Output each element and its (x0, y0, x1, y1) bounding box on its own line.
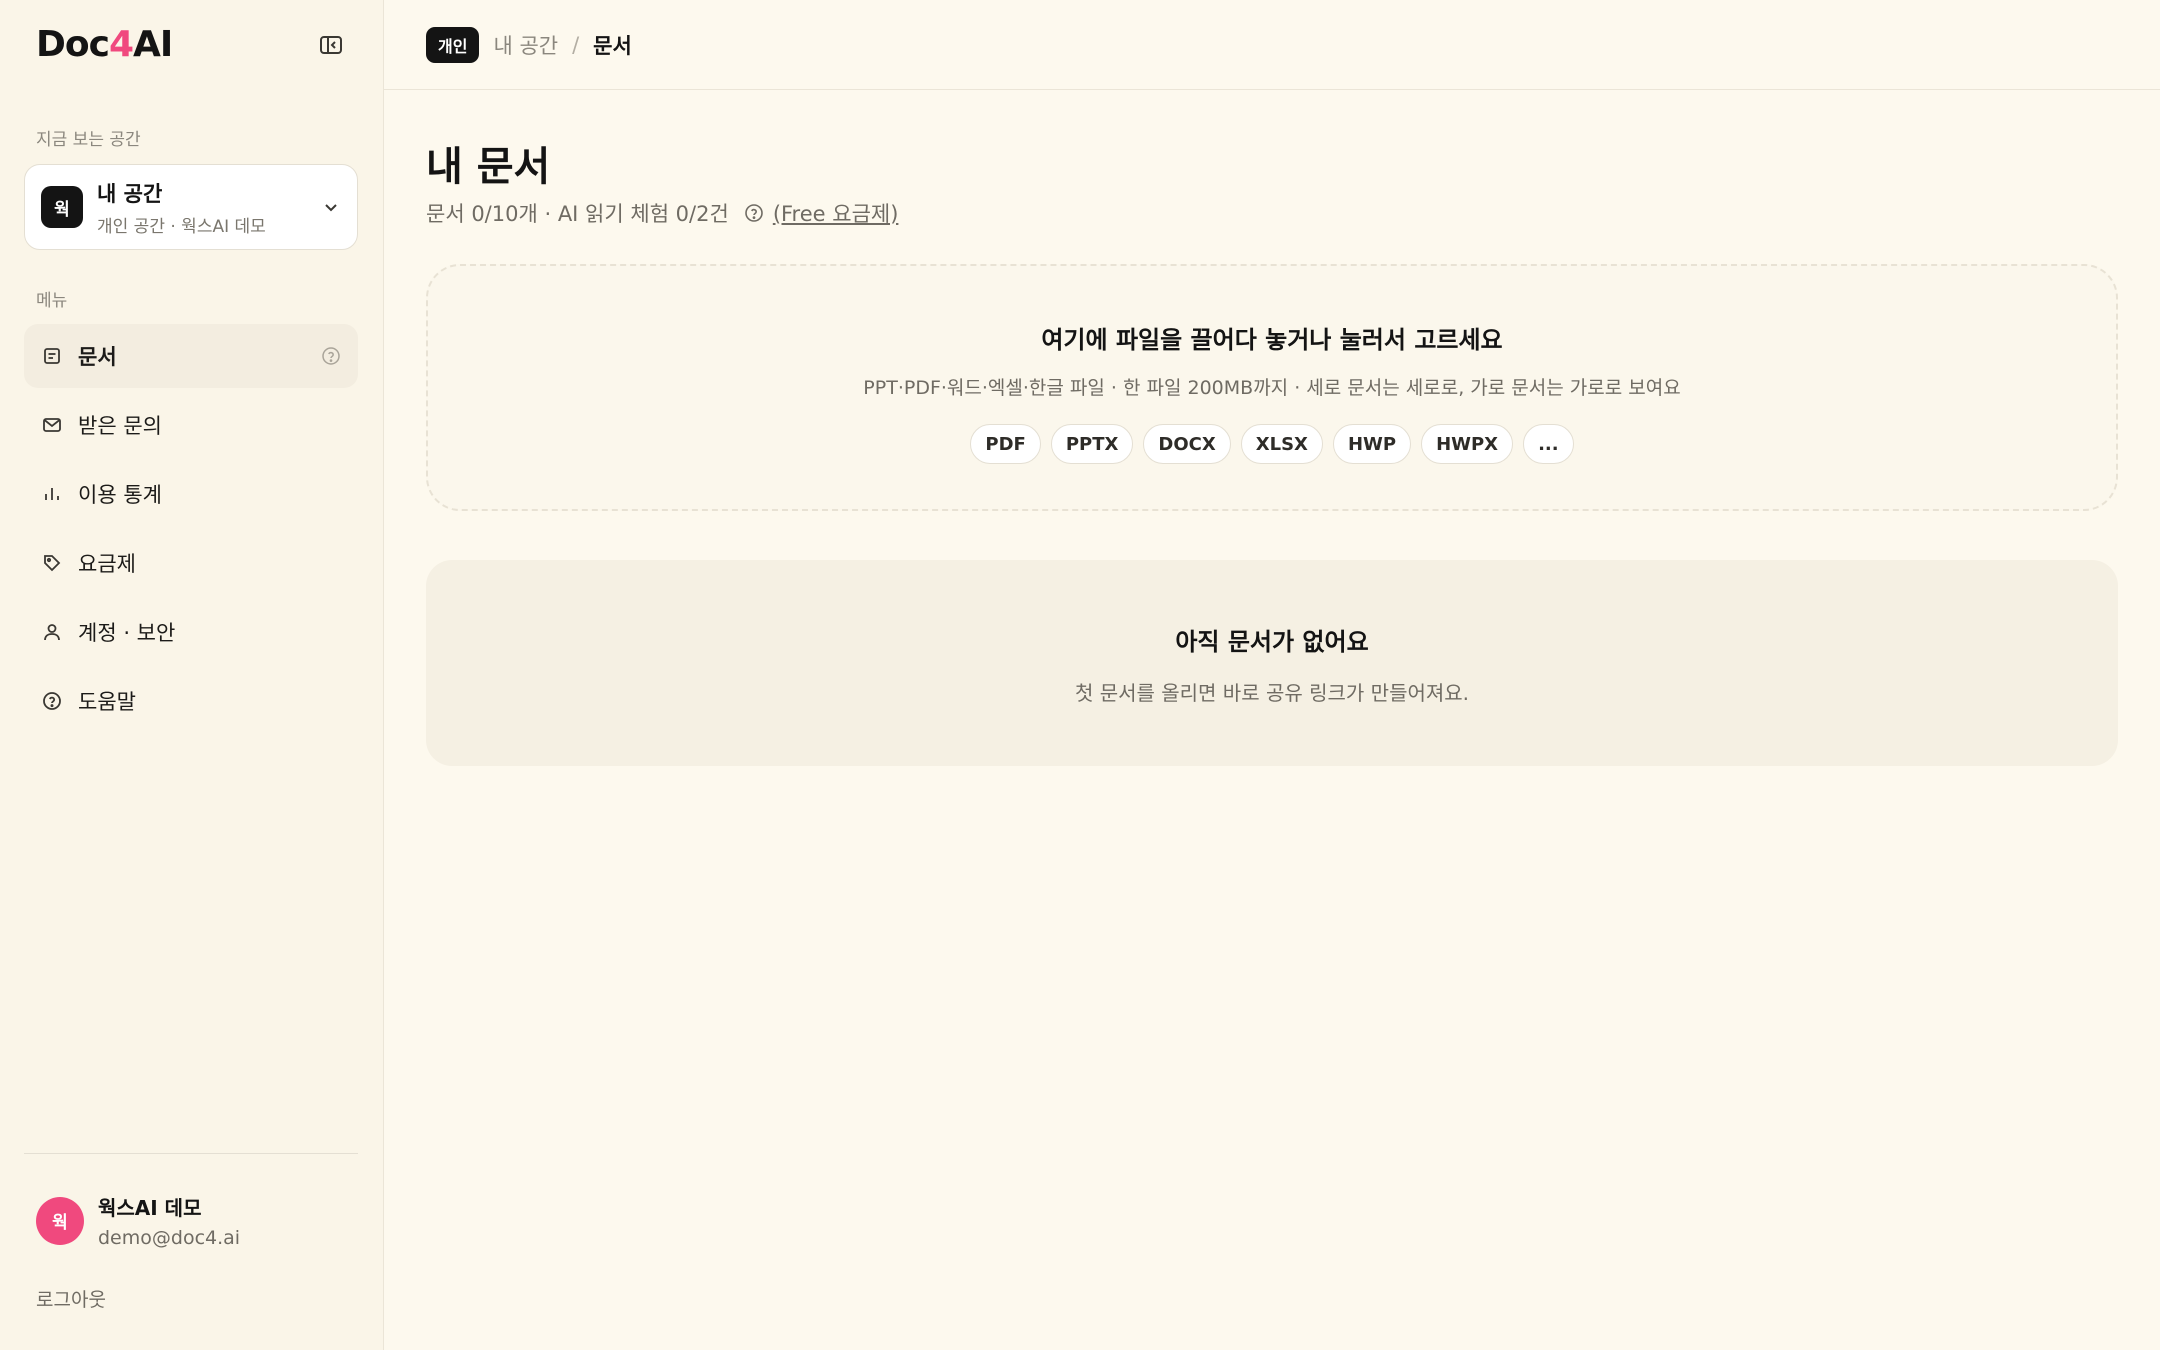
plan-link[interactable]: (Free 요금제) (773, 198, 899, 228)
sidebar-item-statistics[interactable]: 이용 통계 (24, 462, 358, 526)
tag-icon (40, 551, 64, 575)
avatar: 웍 (36, 1196, 84, 1245)
sidebar-toggle-icon (320, 36, 342, 54)
dropzone-title: 여기에 파일을 끌어다 놓거나 눌러서 고르세요 (1041, 326, 1503, 354)
document-icon (40, 344, 64, 368)
breadcrumb-workspace[interactable]: 내 공간 (493, 30, 558, 60)
workspace-switcher[interactable]: 웍 내 공간 개인 공간 · 웍스AI 데모 (24, 164, 358, 250)
main-content: 개인 내 공간 / 문서 내 문서 문서 0/10개 · AI 읽기 체험 0/… (384, 0, 2160, 1350)
format-chip-more[interactable]: ... (1523, 424, 1574, 464)
format-chips: PDF PPTX DOCX XLSX HWP HWPX ... (428, 424, 2116, 464)
workspace-avatar: 웍 (41, 186, 83, 228)
sidebar-item-label: 요금제 (78, 552, 136, 576)
help-circle-icon[interactable] (743, 202, 765, 224)
doc4ai-logo[interactable]: Doc 4 AI (36, 24, 173, 65)
breadcrumb: 개인 내 공간 / 문서 (384, 0, 2160, 90)
chevron-down-icon (321, 197, 341, 217)
sidebar-item-label: 문서 (78, 345, 117, 369)
format-chip-xlsx: XLSX (1240, 424, 1323, 464)
workspace-type-badge: 개인 (426, 26, 480, 63)
page-title: 내 문서 (426, 144, 551, 190)
logout-button[interactable]: 로그아웃 (36, 1285, 106, 1312)
empty-state-subtitle: 첫 문서를 올리면 바로 공유 링크가 만들어져요. (1074, 681, 1470, 705)
sidebar-item-pricing[interactable]: 요금제 (24, 531, 358, 595)
empty-state: 아직 문서가 없어요 첫 문서를 올리면 바로 공유 링크가 만들어져요. (426, 560, 2118, 766)
format-chip-pdf: PDF (970, 424, 1041, 464)
user-profile[interactable]: 웍 웍스AI 데모 demo@doc4.ai (36, 1192, 240, 1249)
mail-icon (40, 413, 64, 437)
help-circle-icon (40, 689, 64, 713)
sidebar-divider (24, 1153, 358, 1154)
sidebar-item-documents[interactable]: 문서 (24, 324, 358, 388)
bar-chart-icon (40, 482, 64, 506)
sidebar: Doc 4 AI 지금 보는 공간 웍 내 공간 개인 공간 · 웍스AI 데모 메… (0, 0, 384, 1350)
format-chip-hwpx: HWPX (1421, 424, 1514, 464)
format-chip-hwp: HWP (1332, 424, 1412, 464)
usage-text: 문서 0/10개 · AI 읽기 체험 0/2건 (426, 202, 729, 226)
sidebar-item-label: 이용 통계 (78, 483, 162, 507)
breadcrumb-current: 문서 (593, 33, 632, 58)
file-dropzone[interactable]: 여기에 파일을 끌어다 놓거나 눌러서 고르세요 PPT·PDF·워드·엑셀·한… (426, 264, 2118, 511)
format-chip-pptx: PPTX (1050, 424, 1134, 464)
user-name: 웍스AI 데모 (98, 1196, 202, 1220)
sidebar-menu: 문서 받은 문의 이용 통계 요금제 계정 · 보안 도움말 (24, 324, 358, 738)
empty-state-title: 아직 문서가 없어요 (1175, 628, 1369, 656)
sidebar-item-label: 도움말 (78, 690, 136, 714)
workspace-subtitle: 개인 공간 · 웍스AI 데모 (97, 216, 266, 237)
breadcrumb-separator: / (572, 32, 580, 57)
sidebar-item-account-security[interactable]: 계정 · 보안 (24, 600, 358, 664)
sidebar-collapse-button[interactable] (316, 32, 346, 58)
workspace-section-label: 지금 보는 공간 (36, 130, 141, 150)
sidebar-item-inquiries[interactable]: 받은 문의 (24, 393, 358, 457)
user-icon (40, 620, 64, 644)
user-email: demo@doc4.ai (98, 1227, 241, 1249)
usage-summary: 문서 0/10개 · AI 읽기 체험 0/2건 (Free 요금제) (426, 198, 898, 228)
format-chip-docx: DOCX (1143, 424, 1231, 464)
dropzone-subtitle: PPT·PDF·워드·엑셀·한글 파일 · 한 파일 200MB까지 · 세로 … (863, 377, 1681, 399)
sidebar-item-label: 받은 문의 (78, 414, 162, 438)
sidebar-item-help[interactable]: 도움말 (24, 669, 358, 733)
workspace-name: 내 공간 (97, 181, 163, 206)
sidebar-item-label: 계정 · 보안 (78, 621, 176, 645)
menu-section-label: 메뉴 (36, 291, 68, 311)
help-circle-icon[interactable] (320, 345, 342, 367)
